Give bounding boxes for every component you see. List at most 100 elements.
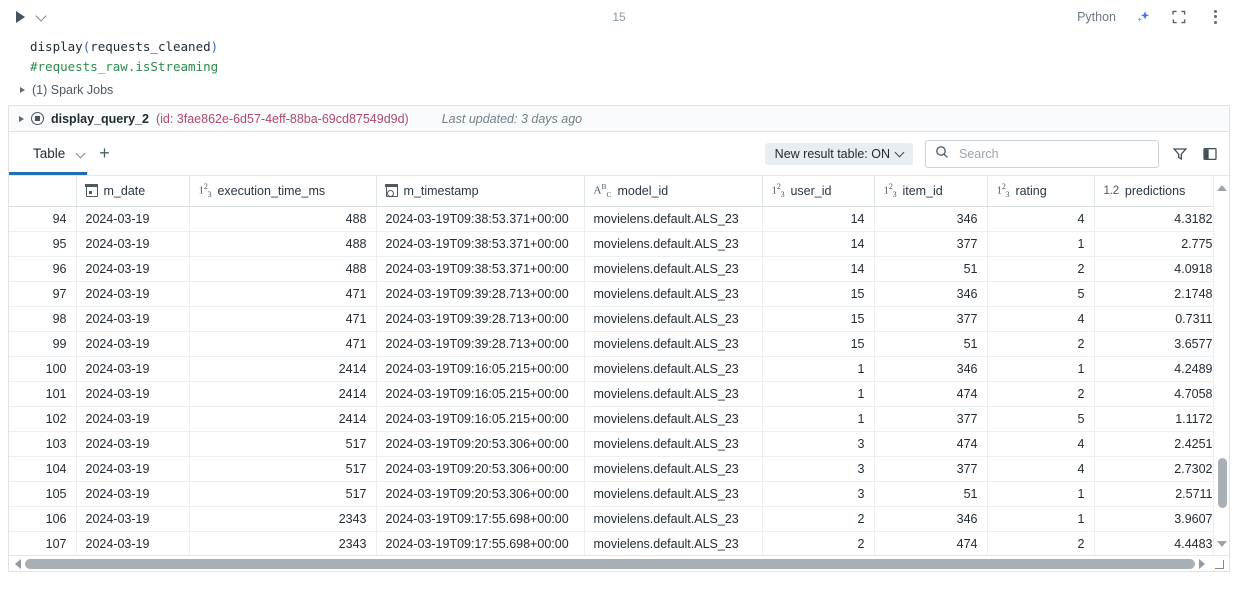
stop-circle-icon[interactable]	[31, 112, 44, 125]
row-number-cell[interactable]: 103	[9, 431, 77, 457]
cell-m_timestamp[interactable]: 2024-03-19T09:17:55.698+00:00	[376, 531, 585, 555]
cell-m_date[interactable]: 2024-03-19	[76, 506, 190, 532]
query-status-bar[interactable]: display_query_2 (id: 3fae862e-6d57-4eff-…	[8, 105, 1230, 131]
column-header-rownum[interactable]	[9, 176, 77, 207]
cell-m_timestamp[interactable]: 2024-03-19T09:39:28.713+00:00	[376, 281, 585, 307]
cell-execution_time_ms[interactable]: 471	[189, 331, 377, 357]
plus-icon[interactable]: +	[99, 144, 110, 164]
cell-model_id[interactable]: movielens.default.ALS_23	[584, 206, 763, 232]
cell-model_id[interactable]: movielens.default.ALS_23	[584, 481, 763, 507]
cell-m_timestamp[interactable]: 2024-03-19T09:20:53.306+00:00	[376, 431, 585, 457]
cell-predictions[interactable]: 4.3182	[1094, 206, 1223, 232]
cell-item_id[interactable]: 474	[874, 531, 988, 555]
cell-execution_time_ms[interactable]: 2414	[189, 406, 377, 432]
table-row[interactable]: 106 2024-03-19 2343 2024-03-19T09:17:55.698…	[9, 506, 1223, 532]
cell-item_id[interactable]: 474	[874, 431, 988, 457]
cell-m_timestamp[interactable]: 2024-03-19T09:16:05.215+00:00	[376, 356, 585, 382]
cell-user_id[interactable]: 14	[762, 206, 875, 232]
column-header-model_id[interactable]: ABC model_id	[584, 176, 763, 207]
cell-item_id[interactable]: 377	[874, 231, 988, 257]
cell-item_id[interactable]: 346	[874, 356, 988, 382]
cell-m_date[interactable]: 2024-03-19	[76, 281, 190, 307]
row-number-cell[interactable]: 105	[9, 481, 77, 507]
cell-model_id[interactable]: movielens.default.ALS_23	[584, 381, 763, 407]
cell-rating[interactable]: 2	[987, 531, 1095, 555]
scroll-left-arrow[interactable]	[15, 558, 21, 569]
row-number-cell[interactable]: 104	[9, 456, 77, 482]
cell-execution_time_ms[interactable]: 517	[189, 431, 377, 457]
cell-model_id[interactable]: movielens.default.ALS_23	[584, 356, 763, 382]
new-result-table-toggle[interactable]: New result table: ON	[764, 142, 913, 165]
spark-jobs-toggle[interactable]: (1) Spark Jobs	[0, 79, 1238, 101]
cell-user_id[interactable]: 14	[762, 231, 875, 257]
cell-user_id[interactable]: 1	[762, 381, 875, 407]
cell-item_id[interactable]: 377	[874, 456, 988, 482]
column-header-user_id[interactable]: 123 user_id	[762, 176, 875, 207]
cell-m_date[interactable]: 2024-03-19	[76, 231, 190, 257]
cell-user_id[interactable]: 1	[762, 356, 875, 382]
triangle-right-icon[interactable]	[19, 115, 24, 122]
table-row[interactable]: 95 2024-03-19 488 2024-03-19T09:38:53.371+0…	[9, 231, 1223, 257]
cell-rating[interactable]: 2	[987, 256, 1095, 282]
table-row[interactable]: 103 2024-03-19 517 2024-03-19T09:20:53.306+…	[9, 431, 1223, 457]
column-header-m_date[interactable]: m_date	[76, 176, 190, 207]
cell-m_date[interactable]: 2024-03-19	[76, 531, 190, 555]
cell-predictions[interactable]: 2.4251	[1094, 431, 1223, 457]
cell-rating[interactable]: 1	[987, 231, 1095, 257]
cell-execution_time_ms[interactable]: 2414	[189, 381, 377, 407]
cell-predictions[interactable]: 3.6577	[1094, 331, 1223, 357]
cell-user_id[interactable]: 3	[762, 456, 875, 482]
cell-item_id[interactable]: 346	[874, 281, 988, 307]
cell-rating[interactable]: 1	[987, 506, 1095, 532]
column-header-predictions[interactable]: 1.2 predictions	[1094, 176, 1223, 207]
cell-user_id[interactable]: 15	[762, 331, 875, 357]
table-row[interactable]: 94 2024-03-19 488 2024-03-19T09:38:53.371+0…	[9, 206, 1223, 232]
table-row[interactable]: 99 2024-03-19 471 2024-03-19T09:39:28.713+0…	[9, 331, 1223, 357]
cell-m_date[interactable]: 2024-03-19	[76, 381, 190, 407]
cell-m_date[interactable]: 2024-03-19	[76, 481, 190, 507]
cell-m_date[interactable]: 2024-03-19	[76, 206, 190, 232]
table-row[interactable]: 102 2024-03-19 2414 2024-03-19T09:16:05.215…	[9, 406, 1223, 432]
cell-item_id[interactable]: 346	[874, 506, 988, 532]
cell-user_id[interactable]: 3	[762, 481, 875, 507]
row-number-cell[interactable]: 98	[9, 306, 77, 332]
cell-rating[interactable]: 2	[987, 381, 1095, 407]
search-input[interactable]	[957, 145, 1149, 162]
cell-model_id[interactable]: movielens.default.ALS_23	[584, 331, 763, 357]
cell-item_id[interactable]: 51	[874, 331, 988, 357]
cell-m_date[interactable]: 2024-03-19	[76, 256, 190, 282]
cell-item_id[interactable]: 474	[874, 381, 988, 407]
cell-predictions[interactable]: 4.4483	[1094, 531, 1223, 555]
cell-model_id[interactable]: movielens.default.ALS_23	[584, 256, 763, 282]
sparkle-icon[interactable]	[1134, 8, 1152, 26]
row-number-cell[interactable]: 95	[9, 231, 77, 257]
cell-model_id[interactable]: movielens.default.ALS_23	[584, 281, 763, 307]
cell-model_id[interactable]: movielens.default.ALS_23	[584, 306, 763, 332]
side-panel-icon[interactable]	[1201, 145, 1219, 163]
cell-execution_time_ms[interactable]: 2343	[189, 506, 377, 532]
cell-rating[interactable]: 4	[987, 456, 1095, 482]
table-row[interactable]: 105 2024-03-19 517 2024-03-19T09:20:53.306+…	[9, 481, 1223, 507]
tab-table[interactable]: Table	[9, 132, 88, 175]
fullscreen-icon[interactable]	[1170, 8, 1188, 26]
cell-rating[interactable]: 4	[987, 306, 1095, 332]
cell-predictions[interactable]: 2.775	[1094, 231, 1223, 257]
cell-user_id[interactable]: 2	[762, 506, 875, 532]
cell-m_date[interactable]: 2024-03-19	[76, 331, 190, 357]
table-row[interactable]: 96 2024-03-19 488 2024-03-19T09:38:53.371+0…	[9, 256, 1223, 282]
cell-rating[interactable]: 4	[987, 206, 1095, 232]
cell-m_timestamp[interactable]: 2024-03-19T09:39:28.713+00:00	[376, 306, 585, 332]
cell-execution_time_ms[interactable]: 517	[189, 481, 377, 507]
cell-execution_time_ms[interactable]: 488	[189, 256, 377, 282]
cell-predictions[interactable]: 2.5711	[1094, 481, 1223, 507]
more-vertical-icon[interactable]	[1206, 8, 1224, 26]
cell-m_date[interactable]: 2024-03-19	[76, 431, 190, 457]
cell-execution_time_ms[interactable]: 471	[189, 306, 377, 332]
cell-user_id[interactable]: 15	[762, 281, 875, 307]
cell-predictions[interactable]: 2.1748	[1094, 281, 1223, 307]
play-icon[interactable]	[16, 10, 25, 23]
row-number-cell[interactable]: 100	[9, 356, 77, 382]
cell-item_id[interactable]: 377	[874, 306, 988, 332]
cell-execution_time_ms[interactable]: 2414	[189, 356, 377, 382]
row-number-cell[interactable]: 97	[9, 281, 77, 307]
